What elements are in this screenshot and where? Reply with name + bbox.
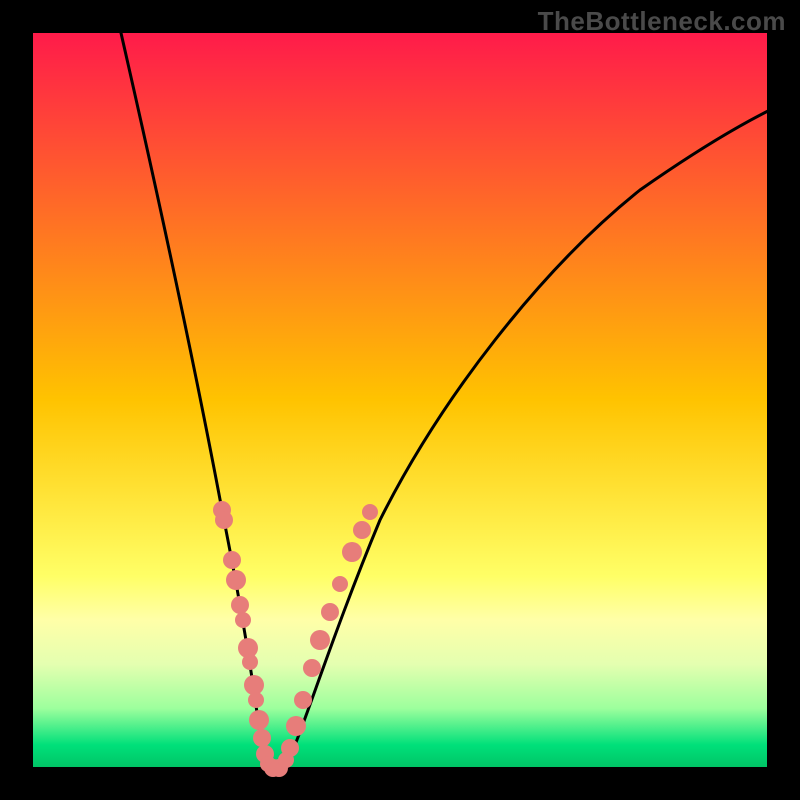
plot-background [33, 33, 767, 767]
chart-frame: TheBottleneck.com [0, 0, 800, 800]
watermark-text: TheBottleneck.com [538, 6, 786, 37]
chart-svg [0, 0, 800, 800]
